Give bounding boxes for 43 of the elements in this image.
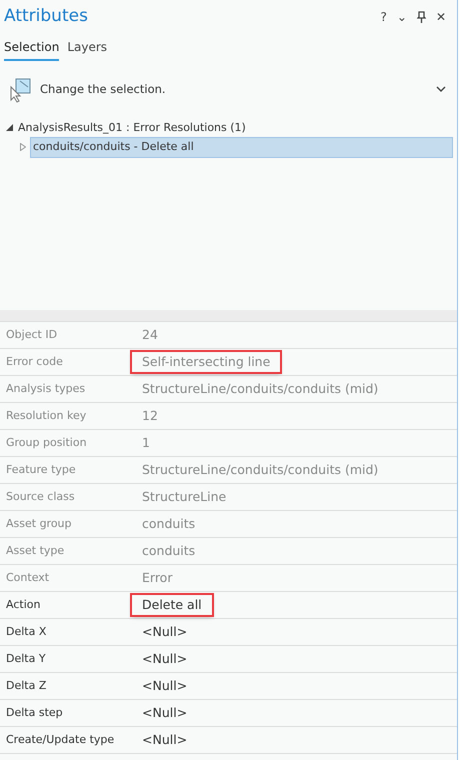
selection-cursor-icon — [8, 76, 32, 102]
tree-item[interactable]: AnalysisResults_01 : Error Resolutions (1) — [16, 118, 248, 137]
field-value[interactable]: Delete all — [132, 594, 212, 616]
field-value[interactable]: <Null> — [139, 648, 190, 670]
field-label: Delta Z — [5, 678, 48, 694]
field-label: Object ID — [5, 326, 58, 343]
field-label: Delta X — [5, 624, 48, 640]
field-label: Context — [5, 570, 50, 586]
field-value: StructureLine/conduits/conduits (mid) — [141, 460, 380, 479]
close-button[interactable]: ✕ — [432, 8, 449, 26]
field-label: Source class — [5, 488, 76, 505]
field-value: Error — [141, 568, 174, 587]
expander-icon[interactable] — [6, 124, 16, 132]
field-value[interactable]: <Null> — [139, 730, 190, 750]
tab[interactable]: Selection — [4, 38, 60, 60]
field-value: StructureLine/conduits/conduits (mid) — [141, 380, 380, 398]
field-label: Delta Y — [5, 650, 47, 667]
tab[interactable]: Layers — [67, 38, 108, 60]
field-value[interactable]: <Null> — [139, 622, 190, 642]
field-value[interactable]: <Null> — [139, 676, 190, 696]
field-value: 24 — [141, 326, 159, 344]
field-label: Resolution key — [5, 408, 88, 424]
field-label: Group position — [5, 434, 88, 451]
field-label: Asset group — [5, 516, 73, 532]
help-button[interactable]: ? — [378, 8, 390, 26]
field-value: conduits — [141, 542, 196, 560]
field-label: Analysis types — [5, 380, 86, 397]
field-label: Asset type — [5, 542, 66, 559]
field-label: Error code — [5, 354, 64, 370]
field-value: Self-intersecting line — [132, 352, 280, 372]
field-label: Feature type — [5, 462, 77, 478]
field-label: Action — [5, 596, 42, 613]
field-value: conduits — [141, 514, 196, 533]
field-label: Create/Update type — [5, 732, 116, 748]
window-title: Attributes — [4, 5, 88, 28]
field-value: StructureLine — [141, 488, 228, 506]
field-value: 1 — [141, 434, 151, 452]
field-label: Delta step — [5, 704, 64, 721]
prompt-text: Change the selection. — [40, 80, 166, 98]
field-value[interactable]: <Null> — [139, 702, 190, 724]
field-value: 12 — [141, 406, 159, 425]
options-button[interactable]: ⌄ — [394, 8, 410, 26]
tree-item[interactable]: conduits/conduits - Delete all — [30, 137, 453, 158]
